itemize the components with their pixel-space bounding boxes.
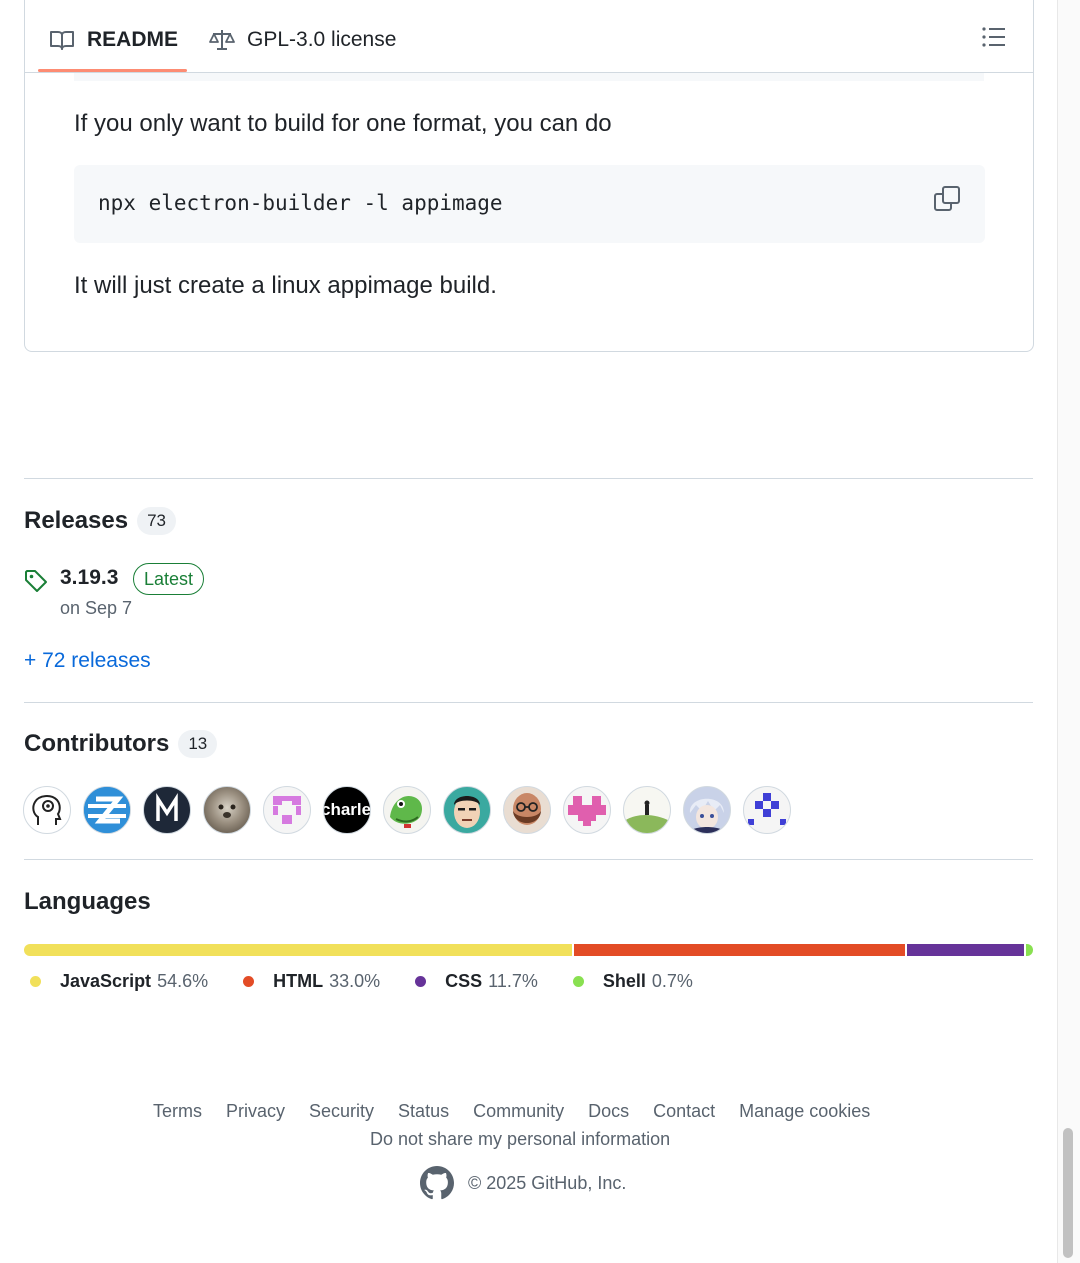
contributors-title: Contributors	[24, 730, 170, 757]
pink-pixel-avatar[interactable]	[263, 786, 311, 834]
language-item-html[interactable]: HTML 33.0%	[243, 971, 380, 992]
tag-icon	[25, 570, 47, 592]
latest-release-link[interactable]: 3.19.3	[60, 566, 118, 590]
readme-paragraph: It will just create a linux appimage bui…	[74, 272, 497, 299]
blue-pixel-avatar[interactable]	[743, 786, 791, 834]
code-text: npx electron-builder -l appimage	[98, 191, 503, 215]
footer-link-security[interactable]: Security	[309, 1101, 374, 1122]
anime-avatar[interactable]	[683, 786, 731, 834]
copyright-text: © 2025 GitHub, Inc.	[468, 1172, 627, 1193]
language-bar	[24, 944, 1033, 956]
cartoon-face-avatar[interactable]	[443, 786, 491, 834]
charle-avatar-text: charle	[323, 800, 371, 819]
language-percent: 11.7%	[488, 971, 538, 991]
scrollbar[interactable]	[1057, 0, 1080, 1263]
section-divider	[24, 859, 1033, 860]
language-bar-segment-html	[573, 944, 905, 956]
languages-heading: Languages	[24, 888, 151, 916]
previous-code-block-edge	[74, 73, 984, 81]
language-name: Shell	[602, 971, 646, 991]
footer-copyright: © 2025 GitHub, Inc.	[420, 1166, 626, 1200]
language-percent: 54.6%	[157, 971, 209, 991]
tab-readme-label: README	[87, 28, 179, 51]
latest-badge: Latest	[133, 563, 205, 595]
language-percent: 33.0%	[329, 971, 381, 991]
tab-readme[interactable]: README	[49, 16, 178, 64]
footer-link-community[interactable]: Community	[473, 1101, 564, 1122]
tab-license[interactable]: GPL-3.0 license	[209, 16, 396, 64]
language-name: CSS	[445, 971, 483, 991]
footer-link-contact[interactable]: Contact	[653, 1101, 715, 1122]
github-logo-icon[interactable]	[420, 1166, 454, 1200]
footer-link-status[interactable]: Status	[398, 1101, 449, 1122]
footer-link-manage-cookies[interactable]: Manage cookies	[739, 1101, 870, 1122]
release-date: on Sep 7	[60, 598, 133, 618]
footer-link-privacy[interactable]: Privacy	[226, 1101, 285, 1122]
footer-links: Terms Privacy Security Status Community …	[153, 1101, 894, 1122]
contributors-count-badge: 13	[178, 730, 218, 758]
readme-paragraph: If you only want to build for one format…	[74, 110, 612, 137]
releases-heading[interactable]: Releases 73	[24, 507, 177, 535]
language-item-javascript[interactable]: JavaScript 54.6%	[30, 971, 208, 992]
table-of-contents-icon[interactable]	[981, 25, 1007, 49]
language-bar-segment-css	[906, 944, 1024, 956]
law-icon	[209, 30, 235, 50]
language-name: JavaScript	[60, 971, 152, 991]
contributor-avatar-list: charle	[23, 786, 803, 834]
scrollbar-thumb[interactable]	[1063, 1128, 1073, 1258]
copy-icon[interactable]	[933, 185, 961, 213]
language-percent: 0.7%	[651, 971, 693, 991]
releases-count-badge: 73	[137, 507, 177, 535]
pink-heart-pixel-avatar[interactable]	[563, 786, 611, 834]
readme-panel: README GPL-3.0 license If you only want …	[24, 0, 1034, 352]
readme-tab-bar: README GPL-3.0 license	[25, 0, 1033, 73]
language-color-dot	[415, 976, 427, 987]
language-bar-segment-shell	[1025, 944, 1033, 956]
koala-photo-avatar[interactable]	[203, 786, 251, 834]
active-tab-indicator	[38, 69, 187, 72]
language-color-dot	[572, 976, 584, 987]
m-letter-avatar[interactable]	[143, 786, 191, 834]
language-name: HTML	[273, 971, 324, 991]
section-divider	[24, 478, 1033, 479]
book-icon	[50, 31, 74, 50]
language-item-shell[interactable]: Shell 0.7%	[572, 971, 693, 992]
hill-figure-avatar[interactable]	[623, 786, 671, 834]
contributors-heading[interactable]: Contributors 13	[24, 730, 218, 758]
z-logo-avatar[interactable]	[83, 786, 131, 834]
more-releases-link[interactable]: + 72 releases	[24, 649, 151, 673]
section-divider	[24, 702, 1033, 703]
code-block: npx electron-builder -l appimage	[74, 165, 985, 243]
language-color-dot	[243, 976, 255, 987]
languages-title: Languages	[24, 888, 151, 915]
tab-license-label: GPL-3.0 license	[247, 28, 397, 51]
language-color-dot	[30, 976, 41, 987]
language-bar-segment-javascript	[24, 944, 572, 956]
releases-title: Releases	[24, 507, 129, 534]
footer-link-terms[interactable]: Terms	[153, 1101, 202, 1122]
footer-link-do-not-share[interactable]: Do not share my personal information	[370, 1129, 670, 1150]
head-gear-avatar[interactable]	[23, 786, 71, 834]
language-item-css[interactable]: CSS 11.7%	[415, 971, 538, 992]
charle-text-avatar[interactable]: charle	[323, 786, 371, 834]
bearded-man-avatar[interactable]	[503, 786, 551, 834]
footer-link-docs[interactable]: Docs	[588, 1101, 629, 1122]
frog-avatar[interactable]	[383, 786, 431, 834]
language-legend: JavaScript 54.6% HTML 33.0% CSS 11.7% Sh…	[30, 971, 728, 992]
